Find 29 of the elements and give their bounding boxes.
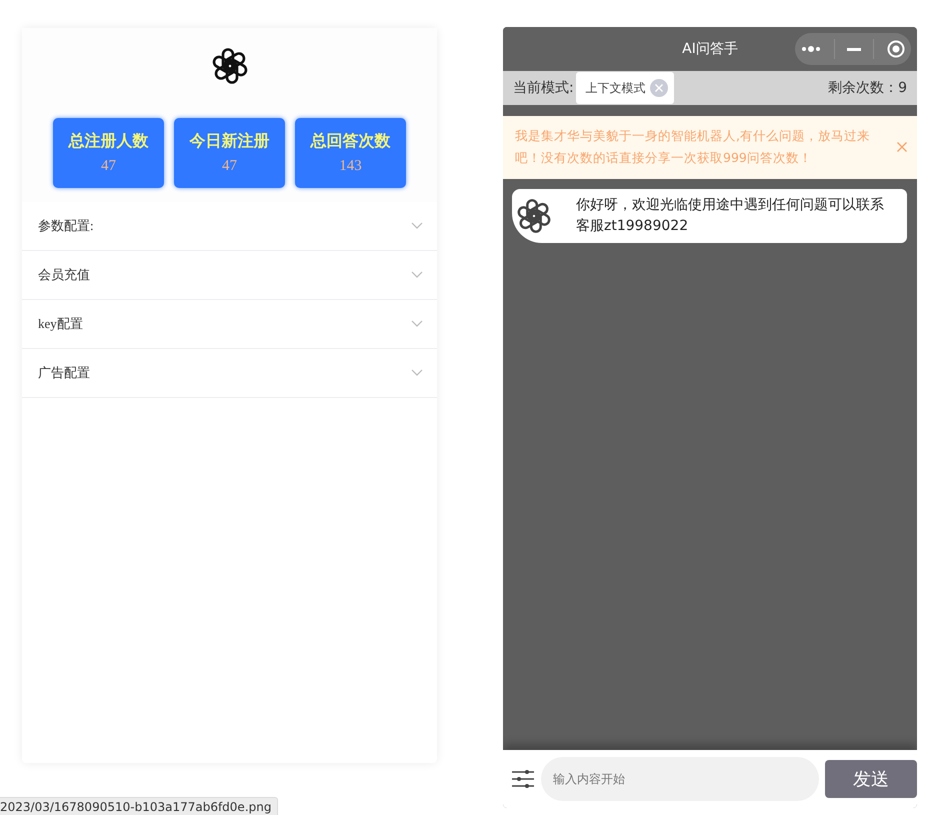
knot-logo-icon	[210, 46, 250, 86]
accordion-item[interactable]: 广告配置	[22, 349, 437, 398]
accordion-label: key配置	[38, 315, 83, 333]
minimize-icon[interactable]	[846, 48, 861, 50]
capsule-menu[interactable]	[795, 33, 911, 65]
window-title: AI问答手	[682, 40, 738, 58]
mode-label: 当前模式:	[513, 79, 574, 97]
send-button[interactable]: 发送	[825, 760, 917, 798]
knot-logo-icon	[515, 197, 553, 235]
status-tooltip: 2023/03/1678090510-b103a177ab6fd0e.png	[0, 797, 278, 815]
accordion-item[interactable]: key配置	[22, 300, 437, 349]
message-text: 你好呀，欢迎光临使用途中遇到任何问题可以联系客服zt19989022	[576, 196, 885, 236]
sliders-icon[interactable]	[511, 770, 535, 788]
accordion-item[interactable]: 会员充值	[22, 251, 437, 300]
stat-value: 47	[101, 158, 116, 175]
message-input[interactable]: 输入内容开始	[541, 757, 819, 801]
stat-label: 总注册人数	[68, 131, 148, 152]
notice-text: 我是集才华与美貌于一身的智能机器人,有什么问题，放马过来吧！没有次数的话直接分享一次获取999问答次数！	[515, 127, 871, 167]
stat-value: 47	[222, 158, 237, 175]
remaining-count: 剩余次数：9	[828, 79, 907, 97]
more-icon[interactable]	[801, 46, 822, 52]
mode-tag[interactable]: 上下文模式	[576, 72, 674, 104]
accordion-label: 广告配置	[38, 364, 90, 382]
stat-value: 143	[339, 158, 362, 175]
stat-label: 总回答次数	[310, 131, 390, 152]
accordion-label: 参数配置:	[38, 217, 94, 235]
accordion-item[interactable]: 参数配置:	[22, 202, 437, 251]
stat-label: 今日新注册	[190, 131, 270, 152]
accordion-label: 会员充值	[38, 266, 90, 284]
